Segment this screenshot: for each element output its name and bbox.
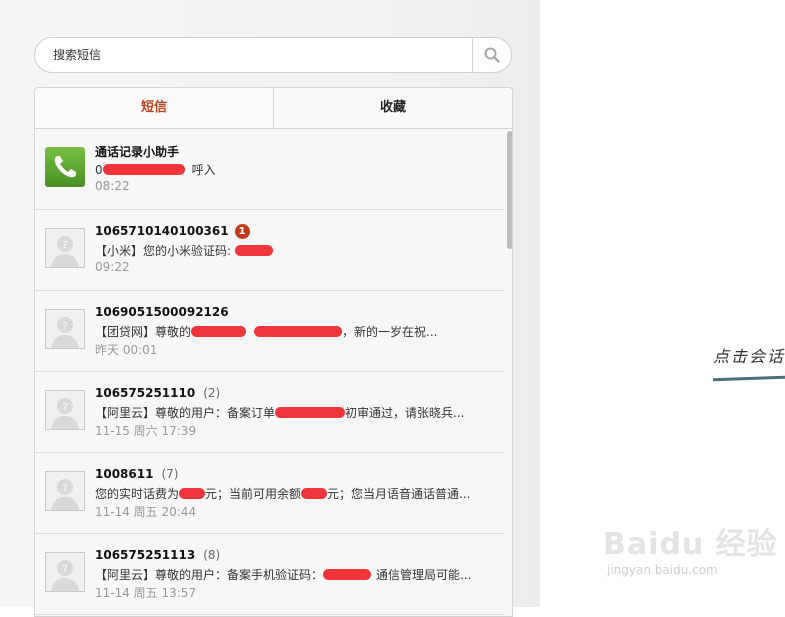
conversation-item[interactable]: ? 106575251113 (8) 【阿里云】尊敬的用户：备案手机验证码： 通信管… [35, 534, 505, 615]
tab-bar: 短信 收藏 [35, 88, 512, 129]
message-time: 08:22 [95, 179, 130, 193]
redaction-mark [102, 164, 185, 175]
search-input[interactable] [53, 38, 473, 72]
conversation-item[interactable]: ? 1069051500092126 【团贷网】尊敬的 ，新的一岁在祝... 昨天… [35, 291, 505, 372]
message-preview: 【阿里云】尊敬的用户：备案手机验证码： 通信管理局可能... [95, 568, 472, 582]
watermark-logo-text: Baidu 经验 [603, 527, 778, 562]
annotation-note: 点击会话 [712, 343, 785, 382]
redaction-mark [234, 245, 273, 256]
phone-icon [45, 147, 85, 187]
tab-favorites[interactable]: 收藏 [273, 88, 512, 128]
scrollbar[interactable] [507, 129, 512, 616]
conversation-item[interactable]: ? 1008611 (7) 您的实时话费为 元；当前可用余额 元；您当月语音通话普通.… [35, 453, 505, 534]
default-avatar-icon: ? [45, 552, 85, 592]
message-preview: 0 呼入 [95, 163, 216, 177]
message-count: (2) [203, 386, 221, 400]
conversation-item[interactable]: ? 1065710140100361 1 【小米】您的小米验证码: 09:22 [35, 210, 505, 291]
svg-text:?: ? [62, 402, 67, 413]
sender-name: 1069051500092126 [95, 305, 229, 319]
sender-name: 106575251113 (8) [95, 548, 221, 562]
message-list-panel: 短信 收藏 通话记录小助手 0 呼入 08:22 ? 1065710140100… [34, 87, 513, 617]
sender-name: 106575251110 (2) [95, 386, 221, 400]
svg-text:?: ? [62, 321, 67, 332]
conversation-item[interactable]: ? 106575251110 (2) 【阿里云】尊敬的用户：备案订单 初审通过，请张… [35, 372, 505, 453]
redaction-mark [275, 407, 346, 418]
search-box [34, 37, 512, 73]
default-avatar-icon: ? [45, 471, 85, 511]
message-time: 11-15 周六 17:39 [95, 424, 197, 438]
sender-name: 通话记录小助手 [95, 145, 180, 159]
message-preview: 【阿里云】尊敬的用户：备案订单 初审通过，请张晓兵... [95, 406, 465, 420]
baidu-watermark: Baidu 经验 jingyan.baidu.com [603, 519, 778, 577]
tab-sms[interactable]: 短信 [35, 88, 273, 128]
default-avatar-icon: ? [45, 390, 85, 430]
redaction-mark [254, 326, 343, 337]
svg-text:?: ? [62, 240, 67, 251]
message-time: 11-14 周五 20:44 [95, 505, 197, 519]
redaction-mark [179, 488, 206, 499]
unread-badge: 1 [234, 224, 250, 239]
message-time: 09:22 [95, 260, 130, 274]
message-count: (7) [161, 467, 179, 481]
conversation-list: 通话记录小助手 0 呼入 08:22 ? 1065710140100361 1 【小… [35, 129, 505, 615]
annotation-underline [712, 375, 785, 382]
redaction-mark [191, 326, 247, 337]
watermark-url: jingyan.baidu.com [607, 563, 718, 577]
message-time: 11-14 周五 13:57 [95, 586, 197, 600]
message-preview: 您的实时话费为 元；当前可用余额 元；您当月语音通话普通... [95, 487, 471, 501]
redaction-mark [301, 488, 328, 499]
message-count: (8) [203, 548, 221, 562]
default-avatar-icon: ? [45, 228, 85, 268]
svg-text:?: ? [62, 483, 67, 494]
message-preview: 【团贷网】尊敬的 ，新的一岁在祝... [95, 325, 438, 339]
search-button[interactable] [472, 38, 511, 72]
scrollbar-thumb[interactable] [507, 131, 512, 249]
message-time: 昨天 00:01 [95, 343, 158, 357]
sender-name: 1008611 (7) [95, 467, 179, 481]
conversation-item[interactable]: 通话记录小助手 0 呼入 08:22 [35, 129, 505, 210]
default-avatar-icon: ? [45, 309, 85, 349]
search-icon [484, 47, 500, 63]
annotation-text: 点击会话 [713, 347, 785, 366]
left-panel: 短信 收藏 通话记录小助手 0呼入 [0, 0, 540, 617]
sender-name: 1065710140100361 1 [95, 224, 250, 239]
message-preview: 【小米】您的小米验证码: [95, 242, 273, 259]
redaction-mark [323, 569, 372, 580]
svg-text:?: ? [62, 564, 67, 575]
